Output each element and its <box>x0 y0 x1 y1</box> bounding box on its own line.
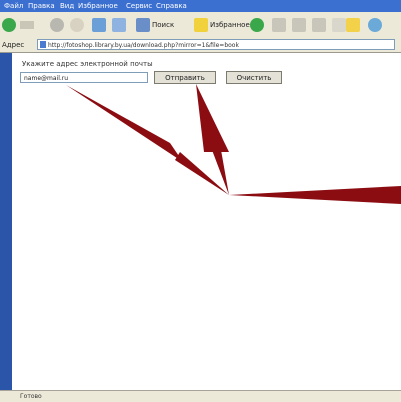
annotation-arrows <box>66 84 401 204</box>
browser-window: Файл Правка Вид Избранное Сервис Справка… <box>0 0 401 402</box>
arrow-head-email <box>66 85 183 162</box>
status-bar: Готово <box>0 390 401 402</box>
arrow-shaft-right <box>229 186 401 204</box>
status-text: Готово <box>20 393 42 400</box>
arrow-head-submit <box>196 84 229 152</box>
